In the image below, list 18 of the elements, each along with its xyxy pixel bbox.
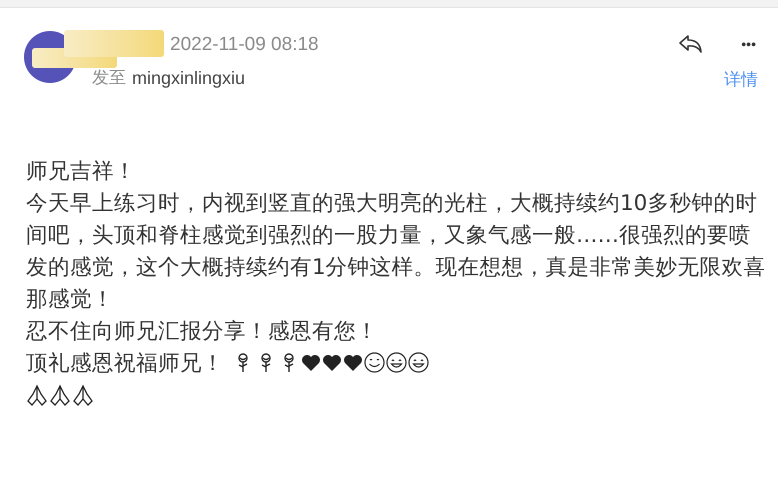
recipient-name: mingxinlingxiu bbox=[132, 67, 246, 90]
praying-hands-icon bbox=[72, 384, 94, 406]
smiley-icon bbox=[364, 352, 385, 373]
heart-icon bbox=[343, 354, 363, 372]
message-text: 师兄吉祥！ bbox=[26, 158, 137, 186]
heart-icon bbox=[322, 354, 342, 372]
more-button[interactable]: ••• bbox=[741, 37, 758, 51]
heart-icon bbox=[301, 354, 321, 372]
reply-icon bbox=[678, 34, 704, 54]
praying-hands-icon bbox=[49, 384, 71, 406]
recipient-label: 发至 bbox=[92, 66, 126, 90]
smiley-icon bbox=[386, 352, 407, 373]
message-text: 今天早上练习时，内视到竖直的强大明亮的光柱，大概持续约10多秒钟的时间吧，头顶和脊柱感觉到强烈的一股力量，又象气感一般……很强烈的要喷发的感觉，这个大概持续约有1分钟这样。现在想想，真是非常美妙无限欢喜那感觉！ bbox=[26, 190, 767, 314]
praying-hands-icon bbox=[26, 384, 48, 406]
message-text: 顶礼感恩祝福师兄！ bbox=[26, 350, 224, 376]
message-text: 忍不住向师兄汇报分享！感恩有您！ bbox=[26, 318, 379, 346]
smiley-icon bbox=[408, 352, 429, 373]
sent-date: 2022-11-09 08:18 bbox=[170, 33, 319, 57]
